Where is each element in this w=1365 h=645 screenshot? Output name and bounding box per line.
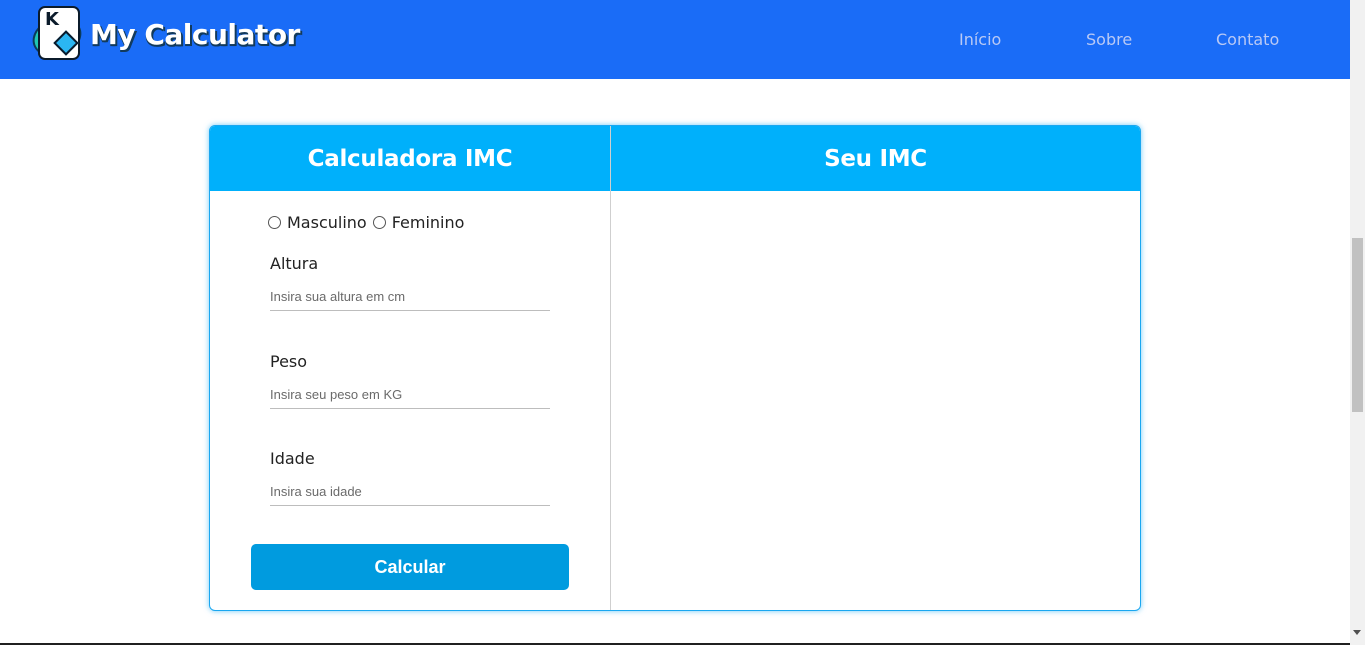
imc-calculator-card: Calculadora IMC Seu IMC Masculino Femini… (209, 125, 1141, 611)
scroll-down-arrow-icon[interactable] (1353, 630, 1361, 635)
idade-label: Idade (270, 449, 315, 468)
scrollbar-thumb[interactable] (1352, 238, 1363, 412)
panel-divider (610, 126, 611, 610)
peso-label: Peso (270, 352, 308, 371)
radio-masculino[interactable] (268, 216, 281, 229)
nav-link-inicio[interactable]: Início (959, 30, 1001, 49)
radio-feminino-label[interactable]: Feminino (392, 213, 465, 232)
peso-input[interactable] (270, 381, 550, 409)
idade-input[interactable] (270, 478, 550, 506)
brand[interactable]: K My Calculator (27, 4, 300, 64)
brand-name: My Calculator (90, 17, 300, 51)
altura-input[interactable] (270, 283, 550, 311)
radio-feminino[interactable] (372, 216, 386, 229)
nav-link-sobre[interactable]: Sobre (1086, 30, 1132, 49)
playing-card-logo-icon: K (27, 4, 87, 64)
result-title: Seu IMC (824, 145, 927, 172)
calculator-title: Calculadora IMC (307, 145, 513, 172)
calculator-header: Calculadora IMC (210, 126, 610, 191)
page: K My Calculator Início Sobre Contato Cal… (0, 0, 1365, 645)
card-header: Calculadora IMC Seu IMC (210, 126, 1140, 191)
result-header: Seu IMC (611, 126, 1140, 191)
calcular-button[interactable]: Calcular (251, 544, 569, 590)
gender-radio-group: Masculino Feminino (268, 213, 470, 232)
vertical-scrollbar[interactable] (1350, 0, 1365, 645)
radio-masculino-label[interactable]: Masculino (287, 213, 367, 232)
altura-label: Altura (270, 254, 319, 273)
navbar: K My Calculator Início Sobre Contato (0, 0, 1350, 79)
nav-link-contato[interactable]: Contato (1216, 30, 1279, 49)
